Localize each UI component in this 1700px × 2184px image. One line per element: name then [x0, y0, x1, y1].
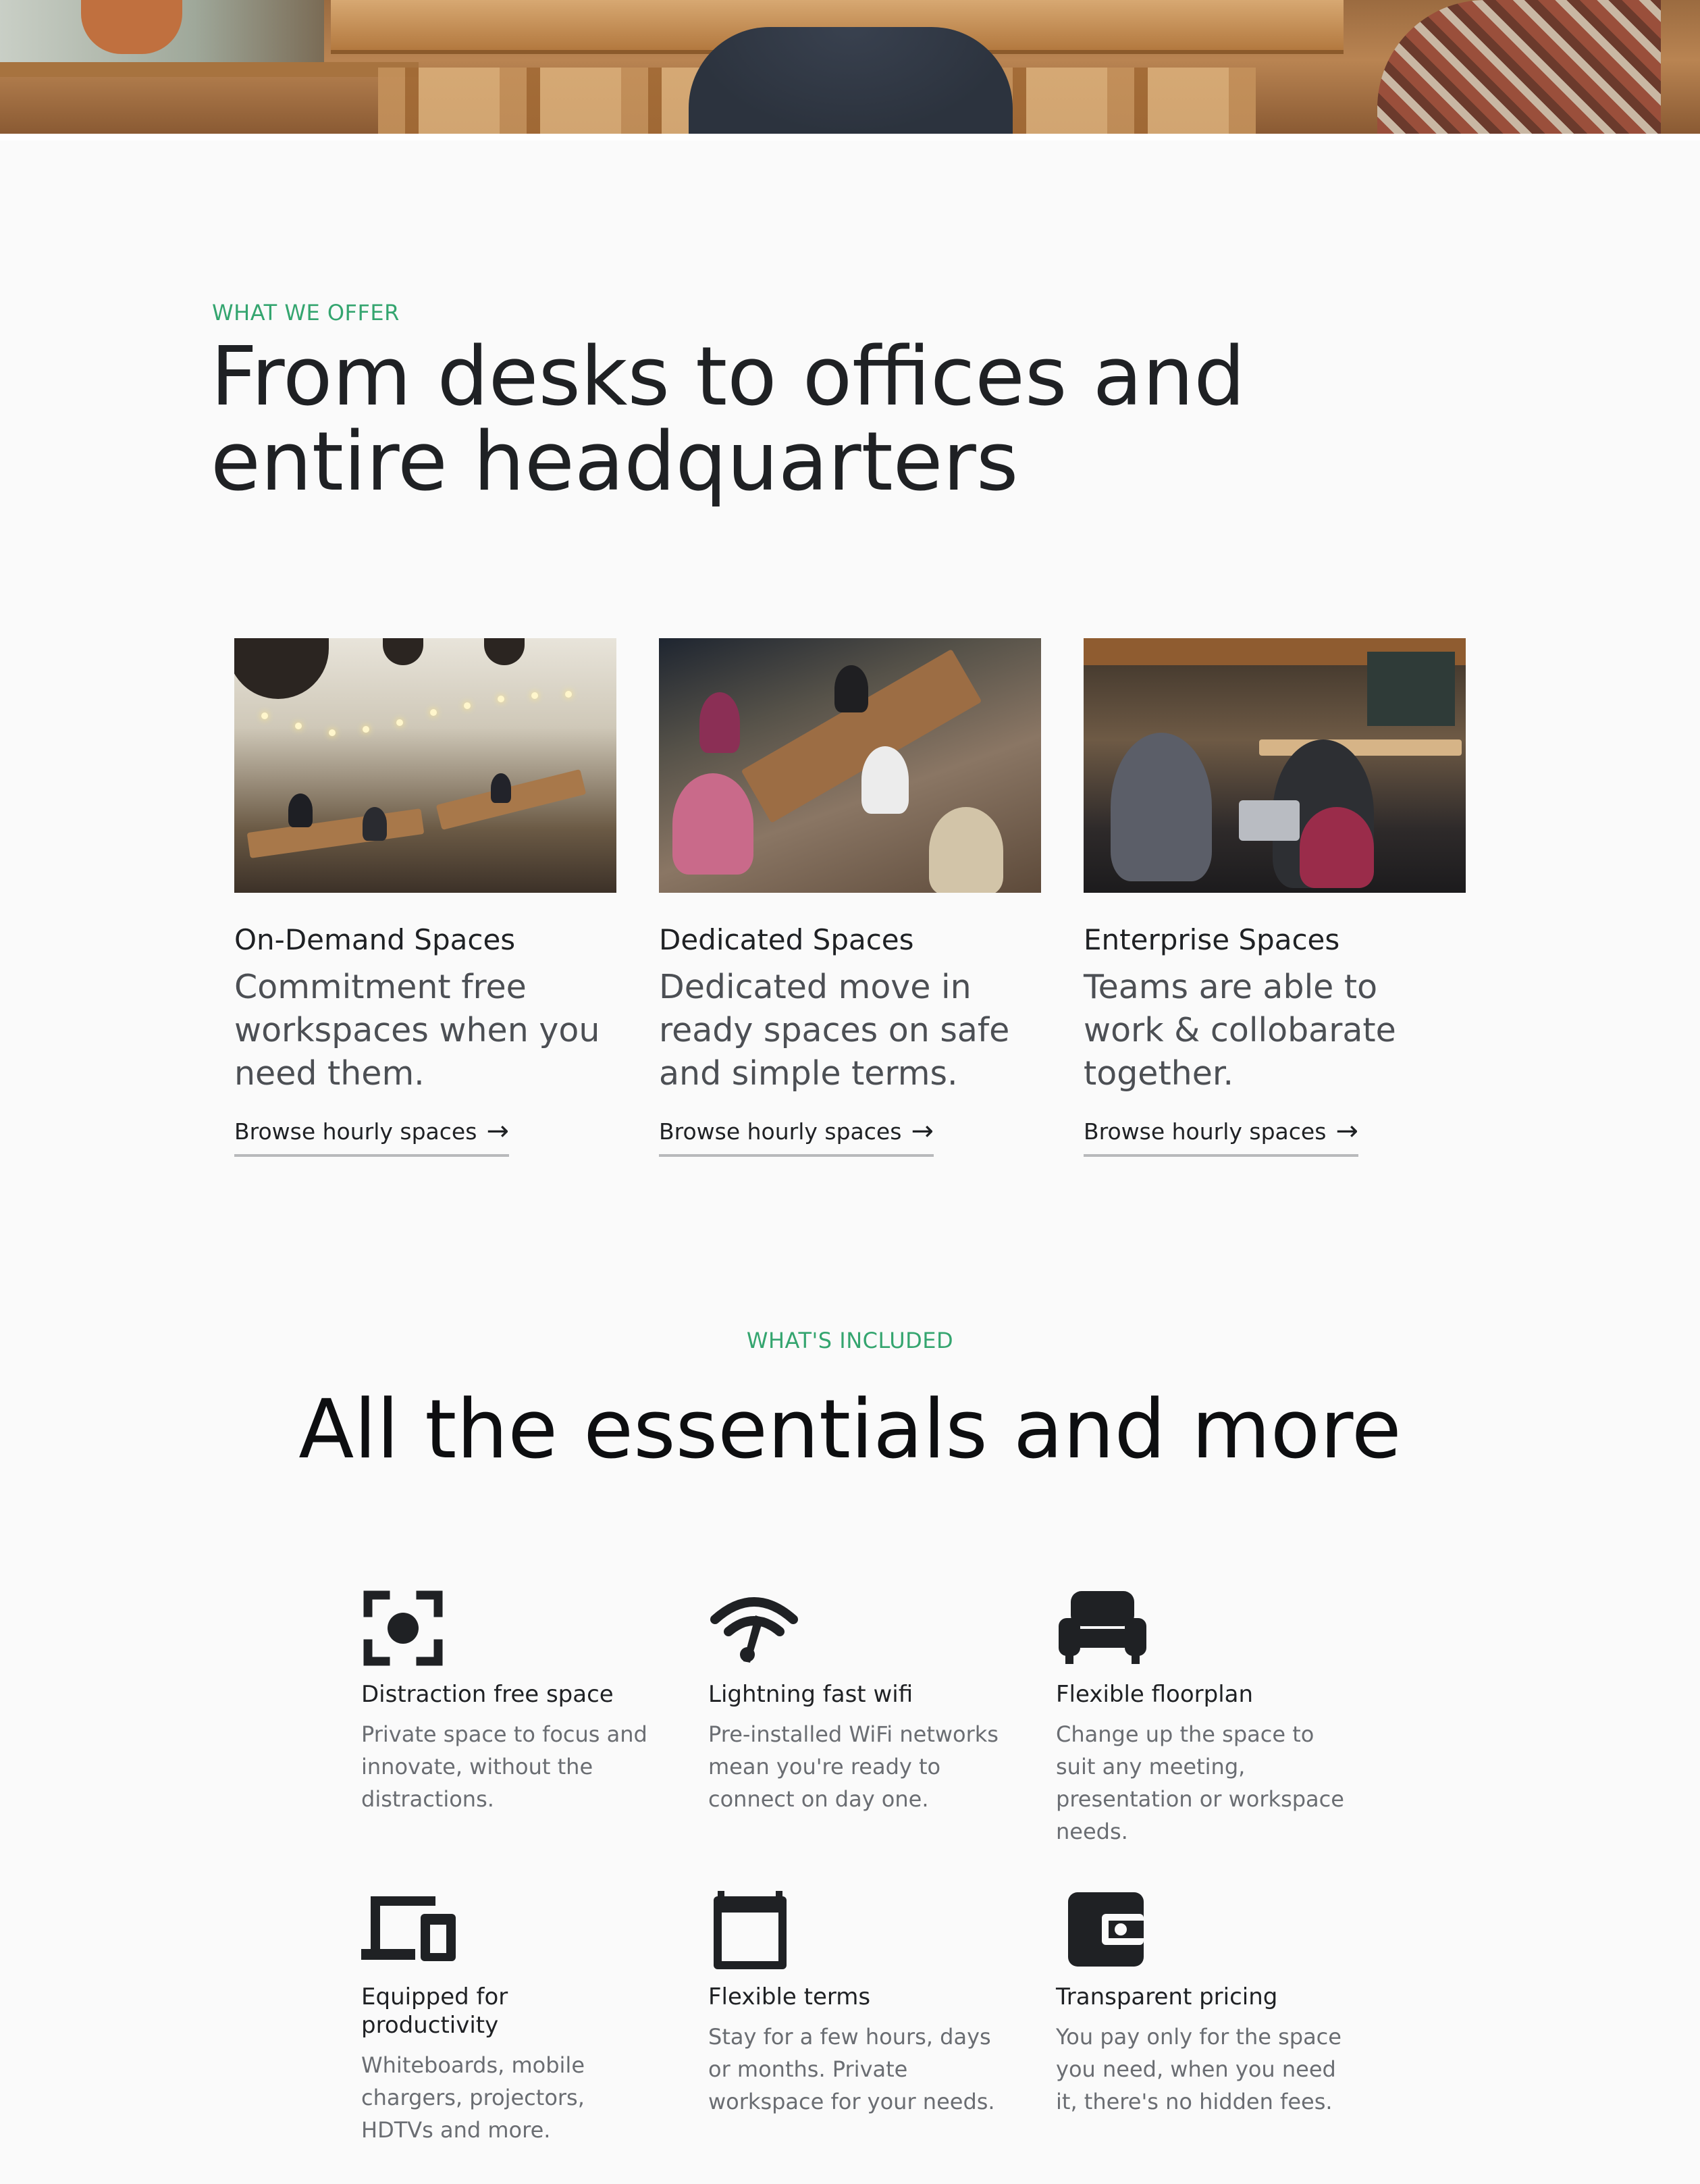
- card-title: On-Demand Spaces: [234, 923, 516, 956]
- offer-heading-line-2: entire headquarters: [211, 415, 1019, 509]
- arrow-right-icon: →: [486, 1116, 509, 1147]
- card-description: Dedicated move in ready spaces on safe a…: [659, 968, 1010, 1093]
- feature-description: Pre-installed WiFi networks mean you're …: [708, 1721, 999, 1812]
- offer-heading-line-1: From desks to offices and: [211, 330, 1246, 424]
- feature-flexible-terms: Flexible terms Stay for a few hours, day…: [708, 1891, 999, 2118]
- feature-title: Distraction free space: [361, 1681, 614, 1708]
- feature-wifi: Lightning fast wifi Pre-installed WiFi n…: [708, 1588, 999, 1815]
- browse-hourly-spaces-link[interactable]: Browse hourly spaces →: [234, 1118, 509, 1157]
- feature-description: Change up the space to suit any meeting,…: [1056, 1721, 1344, 1844]
- card-title: Dedicated Spaces: [659, 923, 914, 956]
- offer-card-on-demand: On-Demand Spaces Commitment free workspa…: [234, 638, 616, 1157]
- link-label: Browse hourly spaces: [659, 1118, 902, 1145]
- card-description: Commitment free workspaces when you need…: [234, 968, 600, 1093]
- card-title: Enterprise Spaces: [1084, 923, 1340, 956]
- team-at-shared-table-photo: [659, 638, 1041, 893]
- arrow-right-icon: →: [1335, 1116, 1358, 1147]
- arrow-right-icon: →: [911, 1116, 934, 1147]
- included-heading: All the essentials and more: [298, 1383, 1402, 1477]
- link-label: Browse hourly spaces: [234, 1118, 477, 1145]
- feature-description: Private space to focus and innovate, wit…: [361, 1721, 647, 1812]
- focus-target-icon: [363, 1590, 443, 1666]
- feature-title: Lightning fast wifi: [708, 1681, 913, 1708]
- card-description: Teams are able to work & collobarate tog…: [1084, 968, 1396, 1093]
- browse-hourly-spaces-link[interactable]: Browse hourly spaces →: [1084, 1118, 1358, 1157]
- devices-icon: [361, 1896, 456, 1961]
- browse-hourly-spaces-link[interactable]: Browse hourly spaces →: [659, 1118, 934, 1157]
- feature-title: Flexible floorplan: [1056, 1681, 1254, 1708]
- wifi-icon: [710, 1597, 798, 1663]
- feature-title: Transparent pricing: [1056, 1983, 1278, 2010]
- feature-floorplan: Flexible floorplan Change up the space t…: [1056, 1588, 1346, 1848]
- feature-description: You pay only for the space you need, whe…: [1056, 2024, 1342, 2114]
- colleagues-lounge-photo: [1084, 638, 1466, 893]
- offer-heading: From desks to offices and entire headqua…: [211, 335, 1245, 505]
- offer-card-enterprise: Enterprise Spaces Teams are able to work…: [1084, 638, 1466, 1157]
- open-coworking-hall-photo: [234, 638, 616, 893]
- included-eyebrow: WHAT'S INCLUDED: [746, 1328, 954, 1353]
- hero-photo: [0, 0, 1700, 134]
- feature-description: Whiteboards, mobile chargers, projectors…: [361, 2052, 585, 2143]
- feature-title: Flexible terms: [708, 1983, 871, 2010]
- feature-productivity: Equipped for productivity Whiteboards, m…: [361, 1891, 652, 2146]
- calendar-icon: [714, 1891, 787, 1969]
- offer-eyebrow: WHAT WE OFFER: [212, 300, 400, 326]
- feature-distraction-free: Distraction free space Private space to …: [361, 1588, 652, 1815]
- hero-divider: [0, 134, 1700, 140]
- sofa-icon: [1059, 1591, 1146, 1664]
- offer-card-dedicated: Dedicated Spaces Dedicated move in ready…: [659, 638, 1041, 1157]
- wallet-icon: [1068, 1892, 1144, 1967]
- feature-description: Stay for a few hours, days or months. Pr…: [708, 2024, 995, 2114]
- feature-transparent-pricing: Transparent pricing You pay only for the…: [1056, 1891, 1346, 2118]
- feature-title: Equipped for productivity: [361, 1983, 508, 2039]
- link-label: Browse hourly spaces: [1084, 1118, 1327, 1145]
